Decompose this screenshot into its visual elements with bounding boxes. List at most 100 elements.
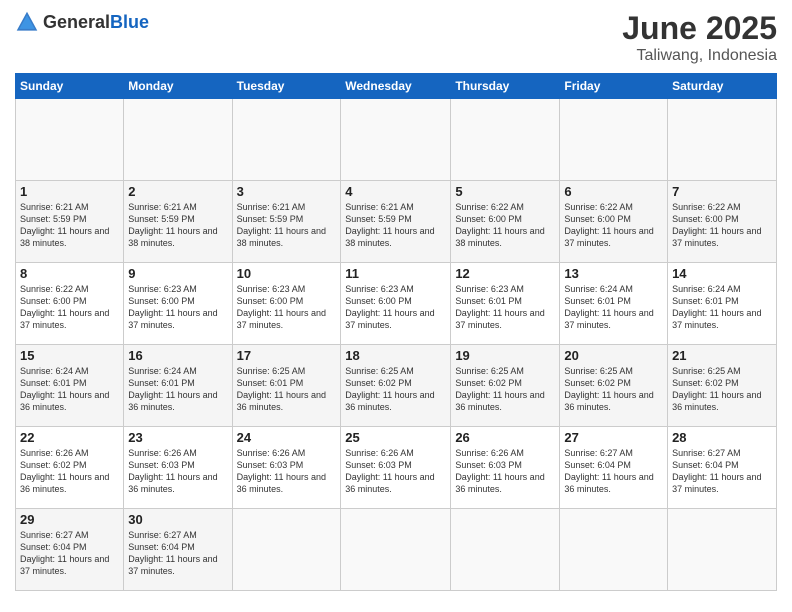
table-row: 8Sunrise: 6:22 AMSunset: 6:00 PMDaylight… [16, 263, 124, 345]
col-tuesday: Tuesday [232, 74, 341, 99]
daylight-text: Daylight: 11 hours and 36 minutes. [455, 390, 544, 412]
sunset-text: Sunset: 5:59 PM [20, 214, 87, 224]
table-row [451, 99, 560, 181]
table-row [560, 509, 668, 591]
daylight-text: Daylight: 11 hours and 36 minutes. [20, 390, 109, 412]
day-number: 12 [455, 266, 555, 281]
sunrise-text: Sunrise: 6:25 AM [345, 366, 414, 376]
daylight-text: Daylight: 11 hours and 38 minutes. [237, 226, 326, 248]
daylight-text: Daylight: 11 hours and 37 minutes. [20, 308, 109, 330]
day-number: 28 [672, 430, 772, 445]
table-row: 12 Sunrise: 6:23 AM Sunset: 6:01 PM Dayligh… [451, 263, 560, 345]
table-row: 11Sunrise: 6:23 AMSunset: 6:00 PMDayligh… [341, 263, 451, 345]
sunset-text: Sunset: 6:01 PM [237, 378, 304, 388]
day-info: Sunrise: 6:22 AMSunset: 6:00 PMDaylight:… [455, 201, 555, 250]
sunset-text: Sunset: 6:03 PM [455, 460, 522, 470]
day-info: Sunrise: 6:24 AMSunset: 6:01 PMDaylight:… [128, 365, 227, 414]
table-row: 15Sunrise: 6:24 AMSunset: 6:01 PMDayligh… [16, 345, 124, 427]
table-row: 23Sunrise: 6:26 AMSunset: 6:03 PMDayligh… [124, 427, 232, 509]
daylight-text: Daylight: 11 hours and 36 minutes. [237, 390, 326, 412]
sunrise-text: Sunrise: 6:25 AM [455, 366, 524, 376]
table-row: 17 Sunrise: 6:25 AM Sunset: 6:01 PM Dayligh… [232, 345, 341, 427]
table-row: 24Sunrise: 6:26 AMSunset: 6:03 PMDayligh… [232, 427, 341, 509]
table-row: 3Sunrise: 6:21 AMSunset: 5:59 PMDaylight… [232, 181, 341, 263]
day-info: Sunrise: 6:26 AMSunset: 6:03 PMDaylight:… [237, 447, 337, 496]
table-row [668, 99, 777, 181]
day-number: 5 [455, 184, 555, 199]
logo-general: General [43, 12, 110, 32]
calendar-week-row: 29Sunrise: 6:27 AMSunset: 6:04 PMDayligh… [16, 509, 777, 591]
sunrise-text: Sunrise: 6:23 AM [237, 284, 306, 294]
daylight-text: Daylight: 11 hours and 37 minutes. [128, 554, 217, 576]
table-row: 19Sunrise: 6:25 AMSunset: 6:02 PMDayligh… [451, 345, 560, 427]
day-info: Sunrise: 6:21 AMSunset: 5:59 PMDaylight:… [345, 201, 446, 250]
day-info: Sunrise: 6:25 AMSunset: 6:02 PMDaylight:… [564, 365, 663, 414]
sunrise-text: Sunrise: 6:22 AM [672, 202, 741, 212]
sunset-text: Sunset: 6:00 PM [20, 296, 87, 306]
daylight-text: Daylight: 11 hours and 38 minutes. [128, 226, 217, 248]
sunset-text: Sunset: 6:01 PM [672, 296, 739, 306]
table-row [341, 509, 451, 591]
daylight-text: Daylight: 11 hours and 36 minutes. [345, 390, 434, 412]
sunrise-text: Sunrise: 6:24 AM [128, 366, 197, 376]
sunrise-text: Sunrise: 6:25 AM [672, 366, 741, 376]
table-row: 22Sunrise: 6:26 AMSunset: 6:02 PMDayligh… [16, 427, 124, 509]
sunrise-text: Sunrise: 6:22 AM [20, 284, 89, 294]
title-block: June 2025 Taliwang, Indonesia [622, 10, 777, 65]
daylight-text: Daylight: 11 hours and 37 minutes. [564, 308, 653, 330]
day-info: Sunrise: 6:21 AMSunset: 5:59 PMDaylight:… [237, 201, 337, 250]
day-info: Sunrise: 6:25 AMSunset: 6:02 PMDaylight:… [455, 365, 555, 414]
daylight-text: Daylight: 11 hours and 36 minutes. [345, 472, 434, 494]
day-info: Sunrise: 6:26 AMSunset: 6:03 PMDaylight:… [455, 447, 555, 496]
sunset-text: Sunset: 5:59 PM [128, 214, 195, 224]
day-number: 14 [672, 266, 772, 281]
daylight-text: Daylight: 11 hours and 36 minutes. [564, 472, 653, 494]
sunset-text: Sunset: 6:00 PM [455, 214, 522, 224]
daylight-text: Daylight: 11 hours and 38 minutes. [20, 226, 109, 248]
logo-icon [15, 10, 39, 34]
calendar-header-row: Sunday Monday Tuesday Wednesday Thursday… [16, 74, 777, 99]
sunset-text: Sunset: 6:01 PM [564, 296, 631, 306]
day-info: Sunrise: 6:24 AMSunset: 6:01 PMDaylight:… [20, 365, 119, 414]
day-number: 16 [128, 348, 227, 363]
daylight-text: Daylight: 11 hours and 37 minutes. [128, 308, 217, 330]
daylight-text: Daylight: 11 hours and 37 minutes. [564, 226, 653, 248]
table-row: 4 Sunrise: 6:21 AMSunset: 5:59 PMDaylight… [341, 181, 451, 263]
sunset-text: Sunset: 6:01 PM [455, 296, 522, 306]
table-row [560, 99, 668, 181]
sunset-text: Sunset: 6:00 PM [345, 296, 412, 306]
sunset-text: Sunset: 6:04 PM [128, 542, 195, 552]
sunrise-text: Sunrise: 6:27 AM [20, 530, 89, 540]
table-row: 21Sunrise: 6:25 AMSunset: 6:02 PMDayligh… [668, 345, 777, 427]
day-info: Sunrise: 6:27 AMSunset: 6:04 PMDaylight:… [672, 447, 772, 496]
sunset-text: Sunset: 6:02 PM [20, 460, 87, 470]
day-number: 17 [237, 348, 337, 363]
day-info: Sunrise: 6:23 AMSunset: 6:00 PMDaylight:… [128, 283, 227, 332]
day-info: Sunrise: 6:21 AMSunset: 5:59 PMDaylight:… [128, 201, 227, 250]
col-wednesday: Wednesday [341, 74, 451, 99]
daylight-text: Daylight: 11 hours and 37 minutes. [672, 472, 761, 494]
sunrise-text: Sunrise: 6:22 AM [564, 202, 633, 212]
day-info: Sunrise: 6:26 AMSunset: 6:03 PMDaylight:… [128, 447, 227, 496]
sunrise-text: Sunrise: 6:25 AM [237, 366, 306, 376]
day-number: 2 [128, 184, 227, 199]
sunrise-text: Sunrise: 6:23 AM [455, 284, 524, 294]
sunset-text: Sunset: 6:04 PM [20, 542, 87, 552]
sunrise-text: Sunrise: 6:23 AM [345, 284, 414, 294]
day-number: 18 [345, 348, 446, 363]
table-row: 7Sunrise: 6:22 AMSunset: 6:00 PMDaylight… [668, 181, 777, 263]
daylight-text: Daylight: 11 hours and 37 minutes. [455, 308, 544, 330]
sunrise-text: Sunrise: 6:23 AM [128, 284, 197, 294]
sunrise-text: Sunrise: 6:21 AM [345, 202, 414, 212]
daylight-text: Daylight: 11 hours and 37 minutes. [672, 308, 761, 330]
day-number: 4 [345, 184, 446, 199]
sunrise-text: Sunrise: 6:24 AM [564, 284, 633, 294]
table-row [341, 99, 451, 181]
sunset-text: Sunset: 6:02 PM [345, 378, 412, 388]
day-number: 1 [20, 184, 119, 199]
sunrise-text: Sunrise: 6:24 AM [20, 366, 89, 376]
sunset-text: Sunset: 5:59 PM [237, 214, 304, 224]
daylight-text: Daylight: 11 hours and 37 minutes. [672, 226, 761, 248]
calendar-week-row [16, 99, 777, 181]
day-info: Sunrise: 6:22 AMSunset: 6:00 PMDaylight:… [564, 201, 663, 250]
